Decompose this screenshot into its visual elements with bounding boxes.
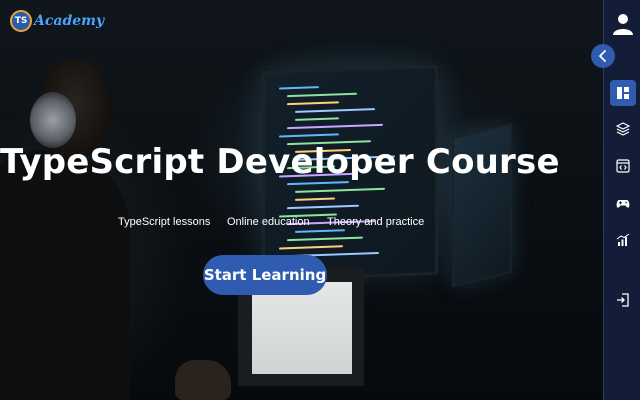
headphones-image xyxy=(30,92,76,148)
tag-typescript-lessons: TypeScript lessons xyxy=(118,216,211,228)
sidebar-item-stats[interactable] xyxy=(610,227,636,253)
chevron-left-icon xyxy=(599,50,606,62)
logout-icon xyxy=(617,293,629,307)
layers-icon xyxy=(616,122,630,136)
logo-mark: TS xyxy=(10,10,32,32)
tag-theory-practice: Theory and practice xyxy=(327,216,425,228)
start-learning-button[interactable]: Start Learning xyxy=(203,255,327,295)
code-window-icon xyxy=(616,159,630,173)
logo-text: Academy xyxy=(34,13,105,29)
hero-title: TypeScript Developer Course xyxy=(0,142,560,182)
laptop-screen xyxy=(252,282,352,374)
tag-online-education: Online education xyxy=(227,216,310,228)
hand-image xyxy=(175,360,231,400)
person-silhouette xyxy=(0,150,130,400)
dashboard-icon xyxy=(617,87,629,99)
collapse-sidebar-button[interactable] xyxy=(591,44,615,68)
hero-tags: TypeScript lessons Online education Theo… xyxy=(0,216,603,232)
user-icon xyxy=(613,14,633,35)
sidebar-item-code[interactable] xyxy=(610,153,636,179)
logo[interactable]: TS Academy xyxy=(10,10,104,32)
hero-background xyxy=(0,0,603,400)
sidebar-item-courses[interactable] xyxy=(610,116,636,142)
sidebar-item-dashboard[interactable] xyxy=(610,80,636,106)
gamepad-icon xyxy=(616,200,630,208)
user-avatar-button[interactable] xyxy=(612,12,634,36)
chart-icon xyxy=(616,233,630,246)
sidebar-item-games[interactable] xyxy=(610,190,636,216)
sidebar-item-logout[interactable] xyxy=(610,287,636,313)
